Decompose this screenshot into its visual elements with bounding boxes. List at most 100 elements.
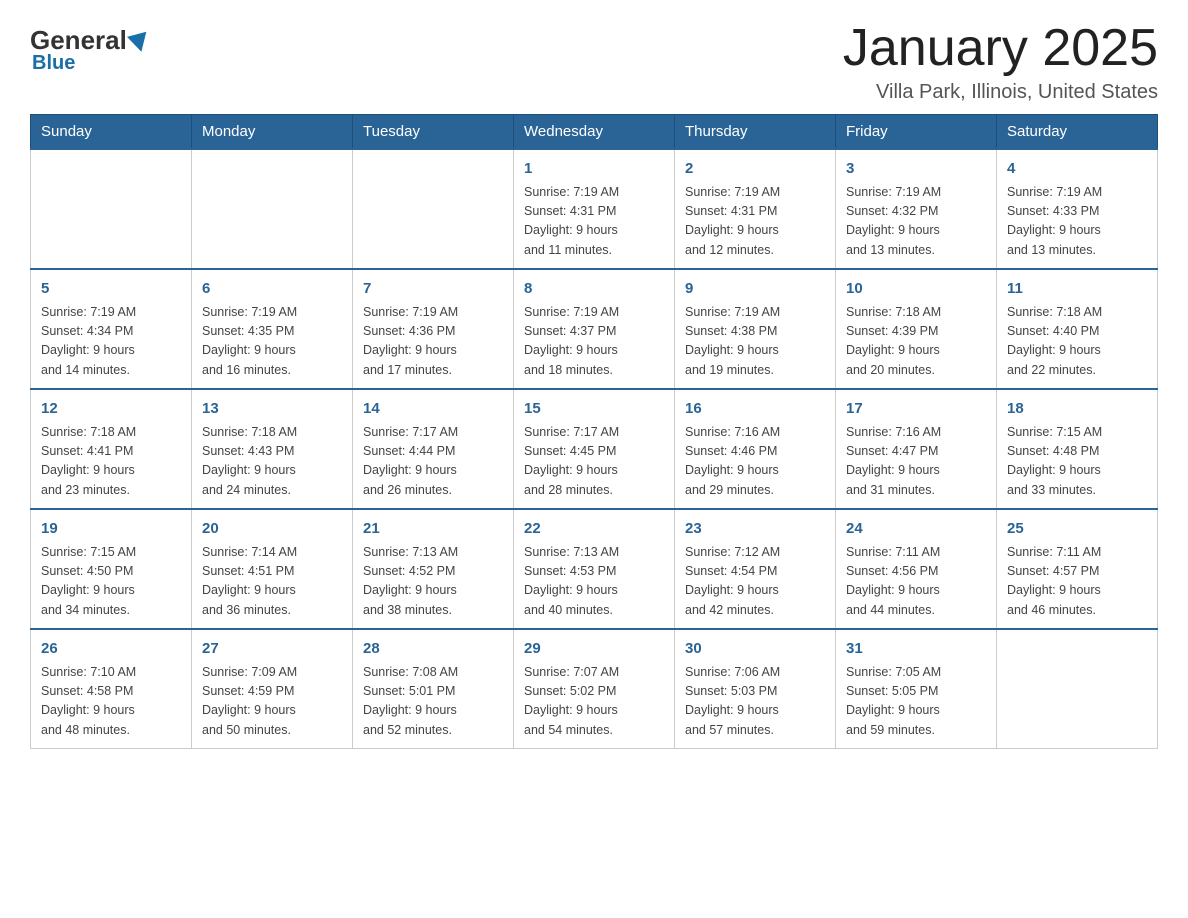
day-info: Sunrise: 7:19 AMSunset: 4:32 PMDaylight:… [846, 183, 986, 261]
calendar-cell: 17Sunrise: 7:16 AMSunset: 4:47 PMDayligh… [836, 389, 997, 509]
calendar-cell: 23Sunrise: 7:12 AMSunset: 4:54 PMDayligh… [675, 509, 836, 629]
day-number: 2 [685, 158, 825, 181]
day-info: Sunrise: 7:15 AMSunset: 4:48 PMDaylight:… [1007, 423, 1147, 501]
calendar-cell: 24Sunrise: 7:11 AMSunset: 4:56 PMDayligh… [836, 509, 997, 629]
calendar-cell: 11Sunrise: 7:18 AMSunset: 4:40 PMDayligh… [997, 269, 1158, 389]
day-number: 7 [363, 278, 503, 301]
calendar-cell [192, 149, 353, 269]
calendar-cell [997, 629, 1158, 749]
day-number: 25 [1007, 518, 1147, 541]
day-number: 14 [363, 398, 503, 421]
calendar-cell: 18Sunrise: 7:15 AMSunset: 4:48 PMDayligh… [997, 389, 1158, 509]
calendar-cell: 12Sunrise: 7:18 AMSunset: 4:41 PMDayligh… [31, 389, 192, 509]
day-number: 23 [685, 518, 825, 541]
calendar-cell: 20Sunrise: 7:14 AMSunset: 4:51 PMDayligh… [192, 509, 353, 629]
day-info: Sunrise: 7:14 AMSunset: 4:51 PMDaylight:… [202, 543, 342, 621]
calendar-cell: 21Sunrise: 7:13 AMSunset: 4:52 PMDayligh… [353, 509, 514, 629]
calendar-week-2: 5Sunrise: 7:19 AMSunset: 4:34 PMDaylight… [31, 269, 1158, 389]
day-info: Sunrise: 7:19 AMSunset: 4:37 PMDaylight:… [524, 303, 664, 381]
calendar-cell: 2Sunrise: 7:19 AMSunset: 4:31 PMDaylight… [675, 149, 836, 269]
day-info: Sunrise: 7:07 AMSunset: 5:02 PMDaylight:… [524, 663, 664, 741]
calendar-cell: 3Sunrise: 7:19 AMSunset: 4:32 PMDaylight… [836, 149, 997, 269]
calendar-cell: 29Sunrise: 7:07 AMSunset: 5:02 PMDayligh… [514, 629, 675, 749]
calendar-cell: 6Sunrise: 7:19 AMSunset: 4:35 PMDaylight… [192, 269, 353, 389]
day-info: Sunrise: 7:18 AMSunset: 4:40 PMDaylight:… [1007, 303, 1147, 381]
calendar-cell: 5Sunrise: 7:19 AMSunset: 4:34 PMDaylight… [31, 269, 192, 389]
day-number: 13 [202, 398, 342, 421]
page-header: General Blue January 2025 Villa Park, Il… [30, 20, 1158, 104]
calendar-cell [31, 149, 192, 269]
day-info: Sunrise: 7:19 AMSunset: 4:31 PMDaylight:… [685, 183, 825, 261]
day-info: Sunrise: 7:19 AMSunset: 4:36 PMDaylight:… [363, 303, 503, 381]
day-number: 1 [524, 158, 664, 181]
calendar-week-5: 26Sunrise: 7:10 AMSunset: 4:58 PMDayligh… [31, 629, 1158, 749]
calendar-cell: 25Sunrise: 7:11 AMSunset: 4:57 PMDayligh… [997, 509, 1158, 629]
calendar-header-row: SundayMondayTuesdayWednesdayThursdayFrid… [31, 115, 1158, 150]
calendar-header-sunday: Sunday [31, 115, 192, 150]
day-number: 24 [846, 518, 986, 541]
day-number: 17 [846, 398, 986, 421]
day-number: 15 [524, 398, 664, 421]
logo-triangle-icon [127, 32, 151, 55]
day-info: Sunrise: 7:08 AMSunset: 5:01 PMDaylight:… [363, 663, 503, 741]
calendar-cell [353, 149, 514, 269]
day-number: 8 [524, 278, 664, 301]
calendar-cell: 31Sunrise: 7:05 AMSunset: 5:05 PMDayligh… [836, 629, 997, 749]
title-block: January 2025 Villa Park, Illinois, Unite… [843, 20, 1158, 104]
day-number: 26 [41, 638, 181, 661]
calendar-table: SundayMondayTuesdayWednesdayThursdayFrid… [30, 114, 1158, 749]
day-info: Sunrise: 7:19 AMSunset: 4:31 PMDaylight:… [524, 183, 664, 261]
day-info: Sunrise: 7:18 AMSunset: 4:41 PMDaylight:… [41, 423, 181, 501]
day-number: 31 [846, 638, 986, 661]
calendar-header-thursday: Thursday [675, 115, 836, 150]
calendar-cell: 26Sunrise: 7:10 AMSunset: 4:58 PMDayligh… [31, 629, 192, 749]
day-info: Sunrise: 7:10 AMSunset: 4:58 PMDaylight:… [41, 663, 181, 741]
calendar-cell: 14Sunrise: 7:17 AMSunset: 4:44 PMDayligh… [353, 389, 514, 509]
day-info: Sunrise: 7:11 AMSunset: 4:56 PMDaylight:… [846, 543, 986, 621]
calendar-cell: 1Sunrise: 7:19 AMSunset: 4:31 PMDaylight… [514, 149, 675, 269]
day-info: Sunrise: 7:15 AMSunset: 4:50 PMDaylight:… [41, 543, 181, 621]
calendar-cell: 9Sunrise: 7:19 AMSunset: 4:38 PMDaylight… [675, 269, 836, 389]
day-info: Sunrise: 7:06 AMSunset: 5:03 PMDaylight:… [685, 663, 825, 741]
calendar-cell: 16Sunrise: 7:16 AMSunset: 4:46 PMDayligh… [675, 389, 836, 509]
month-title: January 2025 [843, 20, 1158, 77]
day-number: 16 [685, 398, 825, 421]
calendar-cell: 13Sunrise: 7:18 AMSunset: 4:43 PMDayligh… [192, 389, 353, 509]
calendar-week-3: 12Sunrise: 7:18 AMSunset: 4:41 PMDayligh… [31, 389, 1158, 509]
day-number: 19 [41, 518, 181, 541]
calendar-header-tuesday: Tuesday [353, 115, 514, 150]
day-number: 28 [363, 638, 503, 661]
calendar-cell: 28Sunrise: 7:08 AMSunset: 5:01 PMDayligh… [353, 629, 514, 749]
calendar-header-saturday: Saturday [997, 115, 1158, 150]
day-info: Sunrise: 7:18 AMSunset: 4:39 PMDaylight:… [846, 303, 986, 381]
day-info: Sunrise: 7:19 AMSunset: 4:38 PMDaylight:… [685, 303, 825, 381]
day-info: Sunrise: 7:19 AMSunset: 4:33 PMDaylight:… [1007, 183, 1147, 261]
calendar-header-monday: Monday [192, 115, 353, 150]
calendar-cell: 4Sunrise: 7:19 AMSunset: 4:33 PMDaylight… [997, 149, 1158, 269]
calendar-cell: 15Sunrise: 7:17 AMSunset: 4:45 PMDayligh… [514, 389, 675, 509]
day-info: Sunrise: 7:13 AMSunset: 4:52 PMDaylight:… [363, 543, 503, 621]
logo-blue-text: Blue [30, 52, 75, 75]
day-number: 11 [1007, 278, 1147, 301]
calendar-week-4: 19Sunrise: 7:15 AMSunset: 4:50 PMDayligh… [31, 509, 1158, 629]
day-number: 9 [685, 278, 825, 301]
calendar-header-friday: Friday [836, 115, 997, 150]
day-info: Sunrise: 7:12 AMSunset: 4:54 PMDaylight:… [685, 543, 825, 621]
calendar-cell: 27Sunrise: 7:09 AMSunset: 4:59 PMDayligh… [192, 629, 353, 749]
calendar-cell: 19Sunrise: 7:15 AMSunset: 4:50 PMDayligh… [31, 509, 192, 629]
day-info: Sunrise: 7:18 AMSunset: 4:43 PMDaylight:… [202, 423, 342, 501]
day-info: Sunrise: 7:05 AMSunset: 5:05 PMDaylight:… [846, 663, 986, 741]
day-number: 20 [202, 518, 342, 541]
logo: General Blue [30, 20, 149, 75]
day-number: 22 [524, 518, 664, 541]
day-number: 10 [846, 278, 986, 301]
day-info: Sunrise: 7:09 AMSunset: 4:59 PMDaylight:… [202, 663, 342, 741]
day-number: 29 [524, 638, 664, 661]
calendar-cell: 30Sunrise: 7:06 AMSunset: 5:03 PMDayligh… [675, 629, 836, 749]
day-info: Sunrise: 7:17 AMSunset: 4:45 PMDaylight:… [524, 423, 664, 501]
location-text: Villa Park, Illinois, United States [843, 81, 1158, 104]
calendar-cell: 22Sunrise: 7:13 AMSunset: 4:53 PMDayligh… [514, 509, 675, 629]
day-info: Sunrise: 7:13 AMSunset: 4:53 PMDaylight:… [524, 543, 664, 621]
calendar-header-wednesday: Wednesday [514, 115, 675, 150]
calendar-cell: 8Sunrise: 7:19 AMSunset: 4:37 PMDaylight… [514, 269, 675, 389]
